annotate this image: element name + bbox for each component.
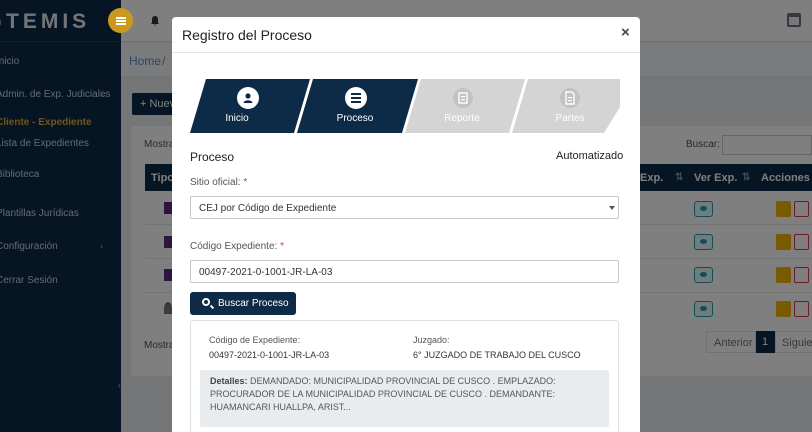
file-icon bbox=[452, 87, 474, 109]
step-proceso[interactable]: Proceso bbox=[297, 79, 402, 133]
registro-proceso-modal: Registro del Proceso × Inicio Proceso Re… bbox=[172, 17, 640, 432]
modal-title: Registro del Proceso bbox=[182, 27, 312, 43]
close-icon[interactable]: × bbox=[621, 24, 630, 41]
codigo-expediente-label: Código Expediente: * bbox=[190, 241, 284, 252]
modal-header: Registro del Proceso × bbox=[172, 17, 640, 53]
step-label-partes: Partes bbox=[555, 113, 585, 124]
caret-down-icon bbox=[609, 206, 615, 210]
hamburger-icon bbox=[115, 16, 126, 25]
sitio-oficial-label: Sitio oficial: * bbox=[190, 177, 247, 188]
process-result-card: Código de Expediente: 00497-2021-0-1001-… bbox=[190, 320, 619, 432]
details-text: DEMANDADO: MUNICIPALIDAD PROVINCIAL DE C… bbox=[210, 376, 556, 412]
result-details: Detalles: DEMANDADO: MUNICIPALIDAD PROVI… bbox=[200, 370, 609, 427]
result-juzgado-label: Juzgado: bbox=[413, 335, 450, 345]
wizard-steps: Inicio Proceso Reporte Partes bbox=[190, 79, 620, 133]
step-partes[interactable]: Partes bbox=[512, 79, 620, 133]
codigo-expediente-label-text: Código Expediente: bbox=[190, 241, 278, 252]
step-reporte[interactable]: Reporte bbox=[405, 79, 509, 133]
section-title: Proceso bbox=[190, 150, 235, 164]
document-icon bbox=[559, 87, 581, 109]
required-mark: * bbox=[243, 177, 248, 188]
search-icon bbox=[202, 298, 210, 306]
buscar-proceso-button[interactable]: Buscar Proceso bbox=[190, 292, 296, 315]
result-codigo-value: 00497-2021-0-1001-JR-LA-03 bbox=[209, 350, 330, 360]
result-juzgado-value: 6° JUZGADO DE TRABAJO DEL CUSCO bbox=[413, 350, 581, 360]
details-label: Detalles: bbox=[210, 376, 248, 386]
sitio-oficial-select[interactable]: CEJ por Código de Expediente bbox=[190, 196, 619, 219]
step-label-inicio: Inicio bbox=[225, 113, 249, 124]
sitio-oficial-value: CEJ por Código de Expediente bbox=[199, 203, 337, 214]
step-label-proceso: Proceso bbox=[336, 113, 374, 124]
step-inicio[interactable]: Inicio bbox=[190, 79, 294, 133]
sitio-oficial-label-text: Sitio oficial: bbox=[190, 177, 241, 188]
menu-toggle-button[interactable] bbox=[108, 8, 133, 33]
step-label-reporte: Reporte bbox=[444, 113, 480, 124]
buscar-proceso-label: Buscar Proceso bbox=[218, 298, 289, 309]
user-icon bbox=[237, 87, 259, 109]
required-mark: * bbox=[280, 241, 284, 252]
section-mode: Automatizado bbox=[556, 150, 624, 162]
codigo-expediente-input[interactable]: 00497-2021-0-1001-JR-LA-03 bbox=[190, 260, 619, 283]
result-codigo-label: Código de Expediente: bbox=[209, 335, 301, 345]
list-icon bbox=[345, 87, 367, 109]
